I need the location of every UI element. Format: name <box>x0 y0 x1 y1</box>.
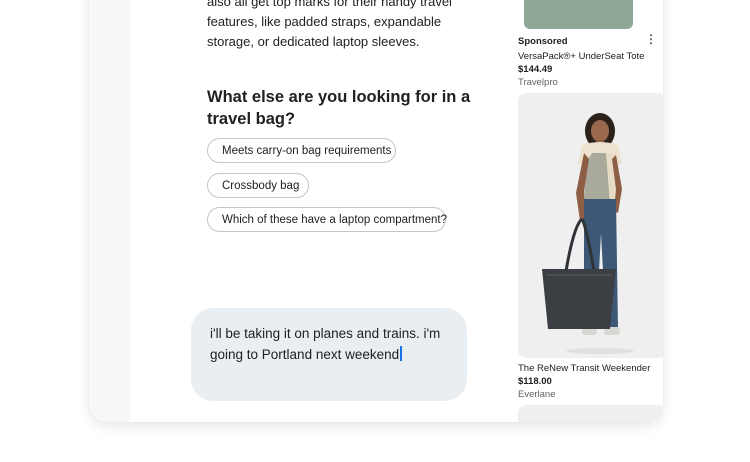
product-title[interactable]: The ReNew Transit Weekender <box>518 363 650 374</box>
product-price: $144.49 <box>518 64 553 75</box>
suggestion-chip-crossbody[interactable]: Crossbody bag <box>207 173 309 198</box>
product-price: $118.00 <box>518 376 552 387</box>
product-results-panel: Sponsored ⋮ VersaPack®+ UnderSeat Tote $… <box>509 0 663 422</box>
product-store: Everlane <box>518 389 556 400</box>
page: also all get top marks for their handy t… <box>0 0 750 462</box>
product-card-next[interactable] <box>518 405 663 422</box>
suggestion-chip-laptop[interactable]: Which of these have a laptop compartment… <box>207 207 447 232</box>
answer-paragraph: also all get top marks for their handy t… <box>207 0 452 49</box>
product-store: Travelpro <box>518 77 558 88</box>
product-image-renew-weekender[interactable] <box>518 93 663 358</box>
composer-input[interactable]: i'll be taking it on planes and trains. … <box>210 323 460 365</box>
product-title[interactable]: VersaPack®+ UnderSeat Tote <box>518 51 644 62</box>
suggestion-chip-carry-on[interactable]: Meets carry-on bag requirements <box>207 138 396 163</box>
left-gutter <box>89 0 130 422</box>
more-options-icon[interactable]: ⋮ <box>645 33 657 45</box>
message-composer[interactable]: i'll be taking it on planes and trains. … <box>191 308 467 401</box>
followup-question: What else are you looking for in a trave… <box>207 88 471 128</box>
text-caret <box>400 346 402 361</box>
product-image-versapack[interactable] <box>524 0 633 29</box>
sponsored-label: Sponsored <box>518 36 568 47</box>
model-with-bag-illustration <box>518 93 663 358</box>
app-window: also all get top marks for their handy t… <box>89 0 663 422</box>
composer-value: i'll be taking it on planes and trains. … <box>210 326 441 362</box>
